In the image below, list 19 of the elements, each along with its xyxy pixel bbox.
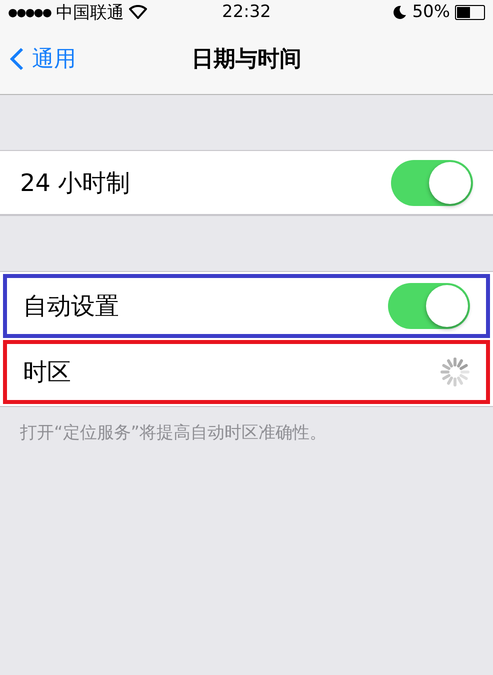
row-label: 24 小时制 [20,168,130,198]
wifi-icon [129,5,147,19]
carrier-name: 中国联通 [56,2,124,24]
toggle-switch[interactable] [388,283,470,329]
back-button[interactable]: 通用 [0,43,82,75]
footer-note: 打开“定位服务”将提高自动时区准确性。 [19,422,328,445]
toggle-switch[interactable] [391,160,473,206]
page-title: 日期与时间 [192,47,302,72]
battery-icon [455,4,485,20]
settings-row[interactable]: 时区 [3,340,490,404]
signal-strength: ●●●●● [8,6,51,18]
row-label: 时区 [23,357,71,388]
back-chevron-icon [10,47,24,71]
moon-icon [393,5,408,19]
row-label: 自动设置 [23,291,119,322]
battery-percent: 50% [412,2,450,22]
clock-time: 22:32 [222,2,271,22]
settings-row[interactable]: 自动设置 [3,274,490,338]
loading-spinner-icon [440,357,470,387]
